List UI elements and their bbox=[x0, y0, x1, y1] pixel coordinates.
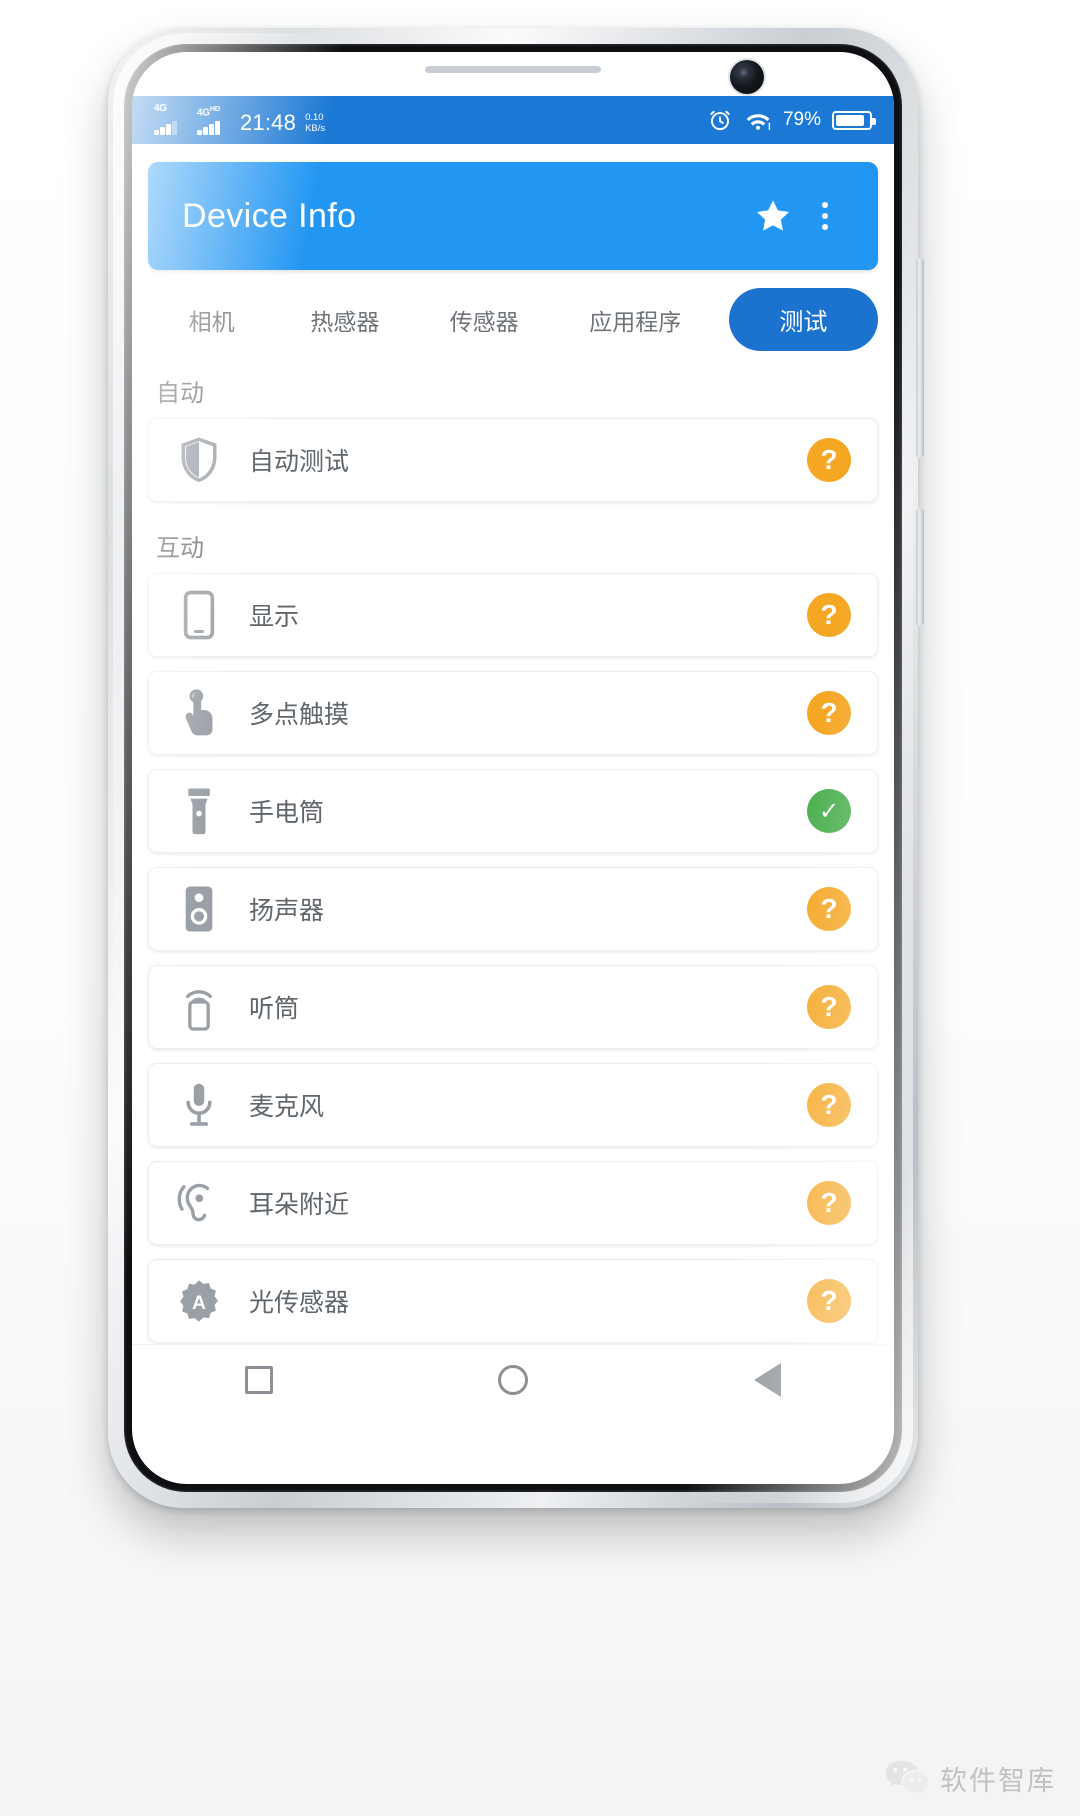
tab-thermal[interactable]: 热感器 bbox=[275, 293, 414, 347]
list-item[interactable]: 多点触摸 ? bbox=[148, 671, 878, 755]
list-item-label: 光传感器 bbox=[249, 1289, 350, 1317]
list-item[interactable]: 扬声器 ? bbox=[148, 867, 878, 951]
section-header-interactive: 互动 bbox=[156, 535, 204, 562]
list-item[interactable]: A 光传感器 ? bbox=[148, 1259, 878, 1343]
status-badge[interactable]: ✓ bbox=[807, 789, 851, 833]
battery-icon bbox=[832, 110, 876, 130]
status-badge[interactable]: ? bbox=[807, 593, 851, 637]
status-badge[interactable]: ? bbox=[807, 438, 851, 482]
alarm-clock-icon bbox=[707, 107, 733, 133]
microphone-icon bbox=[171, 1077, 227, 1133]
shield-icon bbox=[171, 432, 227, 488]
phone-bezel: 4G 4GHD 21:48 0.10 KB/s 79% Device Info … bbox=[124, 44, 902, 1492]
tab-camera[interactable]: 相机 bbox=[148, 293, 275, 347]
power-button[interactable] bbox=[916, 258, 924, 458]
net-speed-unit: KB/s bbox=[305, 122, 326, 134]
test-list-scroll-area[interactable]: 自动 自动测试 ? 互动 显示 ? 多点触摸 ? 手电筒 ✓ 扬声器 ? 听筒 … bbox=[132, 361, 894, 1371]
screenshot-root: 4G 4GHD 21:48 0.10 KB/s 79% Device Info … bbox=[0, 0, 1080, 1816]
list-item-label: 自动测试 bbox=[249, 448, 350, 476]
list-item-label: 麦克风 bbox=[249, 1093, 325, 1121]
proximity-ear-icon bbox=[171, 1175, 227, 1231]
list-item-label: 显示 bbox=[249, 603, 300, 631]
front-camera-lens bbox=[730, 60, 764, 94]
list-item-label: 手电筒 bbox=[249, 799, 325, 827]
circle-home-icon[interactable] bbox=[498, 1364, 529, 1395]
overflow-menu-icon[interactable] bbox=[802, 202, 848, 230]
list-item[interactable]: 听筒 ? bbox=[148, 965, 878, 1049]
sim2-signal-icon: 4GHD bbox=[197, 104, 231, 135]
phone-screen: 4G 4GHD 21:48 0.10 KB/s 79% Device Info … bbox=[132, 52, 894, 1484]
app-bar: Device Info bbox=[148, 162, 878, 270]
net-speed-value: 0.10 bbox=[305, 112, 324, 123]
watermark: 软件智库 bbox=[884, 1758, 1056, 1798]
square-recents-icon[interactable] bbox=[244, 1365, 273, 1394]
list-item-label: 多点触摸 bbox=[249, 701, 350, 729]
tab-apps[interactable]: 应用程序 bbox=[554, 293, 717, 347]
app-content: Device Info 相机 热感器 传感器 应用程序 测试 自动 自动测试 ?… bbox=[132, 144, 894, 1414]
status-bar-clock: 21:48 bbox=[240, 110, 297, 135]
wifi-icon bbox=[744, 108, 772, 132]
tab-sensors[interactable]: 传感器 bbox=[415, 293, 554, 347]
status-badge[interactable]: ? bbox=[807, 985, 851, 1029]
tab-bar: 相机 热感器 传感器 应用程序 测试 bbox=[132, 270, 894, 361]
status-badge[interactable]: ? bbox=[807, 1279, 851, 1323]
speaker-icon bbox=[171, 881, 227, 937]
device-notch-area bbox=[132, 52, 894, 96]
section-header-auto: 自动 bbox=[156, 380, 204, 407]
list-item-label: 扬声器 bbox=[249, 897, 325, 925]
watermark-text: 软件智库 bbox=[940, 1765, 1056, 1796]
star-icon[interactable] bbox=[744, 196, 802, 236]
light-sensor-icon: A bbox=[171, 1273, 227, 1329]
triangle-back-icon[interactable] bbox=[754, 1362, 782, 1397]
touch-hand-icon bbox=[171, 685, 227, 741]
svg-text:A: A bbox=[192, 1292, 206, 1314]
status-badge[interactable]: ? bbox=[807, 1083, 851, 1127]
list-item[interactable]: 自动测试 ? bbox=[148, 418, 878, 502]
list-item-label: 耳朵附近 bbox=[249, 1191, 350, 1219]
status-bar: 4G 4GHD 21:48 0.10 KB/s 79% bbox=[132, 96, 894, 144]
android-nav-bar bbox=[132, 1344, 894, 1414]
status-badge[interactable]: ? bbox=[807, 887, 851, 931]
earpiece-speaker-grille bbox=[425, 66, 601, 73]
phone-device-frame: 4G 4GHD 21:48 0.10 KB/s 79% Device Info … bbox=[108, 28, 924, 1508]
battery-percent-label: 79% bbox=[782, 109, 821, 130]
phone-screen-icon bbox=[171, 587, 227, 643]
earpiece-icon bbox=[171, 979, 227, 1035]
list-item[interactable]: 耳朵附近 ? bbox=[148, 1161, 878, 1245]
list-item[interactable]: 显示 ? bbox=[148, 573, 878, 657]
list-item[interactable]: 麦克风 ? bbox=[148, 1063, 878, 1147]
network-speed-indicator: 0.10 KB/s bbox=[305, 112, 326, 135]
flashlight-icon bbox=[171, 783, 227, 839]
list-item-label: 听筒 bbox=[249, 995, 300, 1023]
sim1-network-label: 4G bbox=[154, 103, 167, 114]
status-badge[interactable]: ? bbox=[807, 691, 851, 735]
list-item[interactable]: 手电筒 ✓ bbox=[148, 769, 878, 853]
sim1-signal-icon: 4G bbox=[154, 103, 188, 135]
status-badge[interactable]: ? bbox=[807, 1181, 851, 1225]
wechat-logo-icon bbox=[884, 1758, 930, 1798]
volume-button[interactable] bbox=[916, 508, 924, 626]
page-title: Device Info bbox=[182, 196, 357, 235]
tab-tests[interactable]: 测试 bbox=[728, 288, 878, 351]
sim2-network-label: 4GHD bbox=[197, 104, 220, 119]
